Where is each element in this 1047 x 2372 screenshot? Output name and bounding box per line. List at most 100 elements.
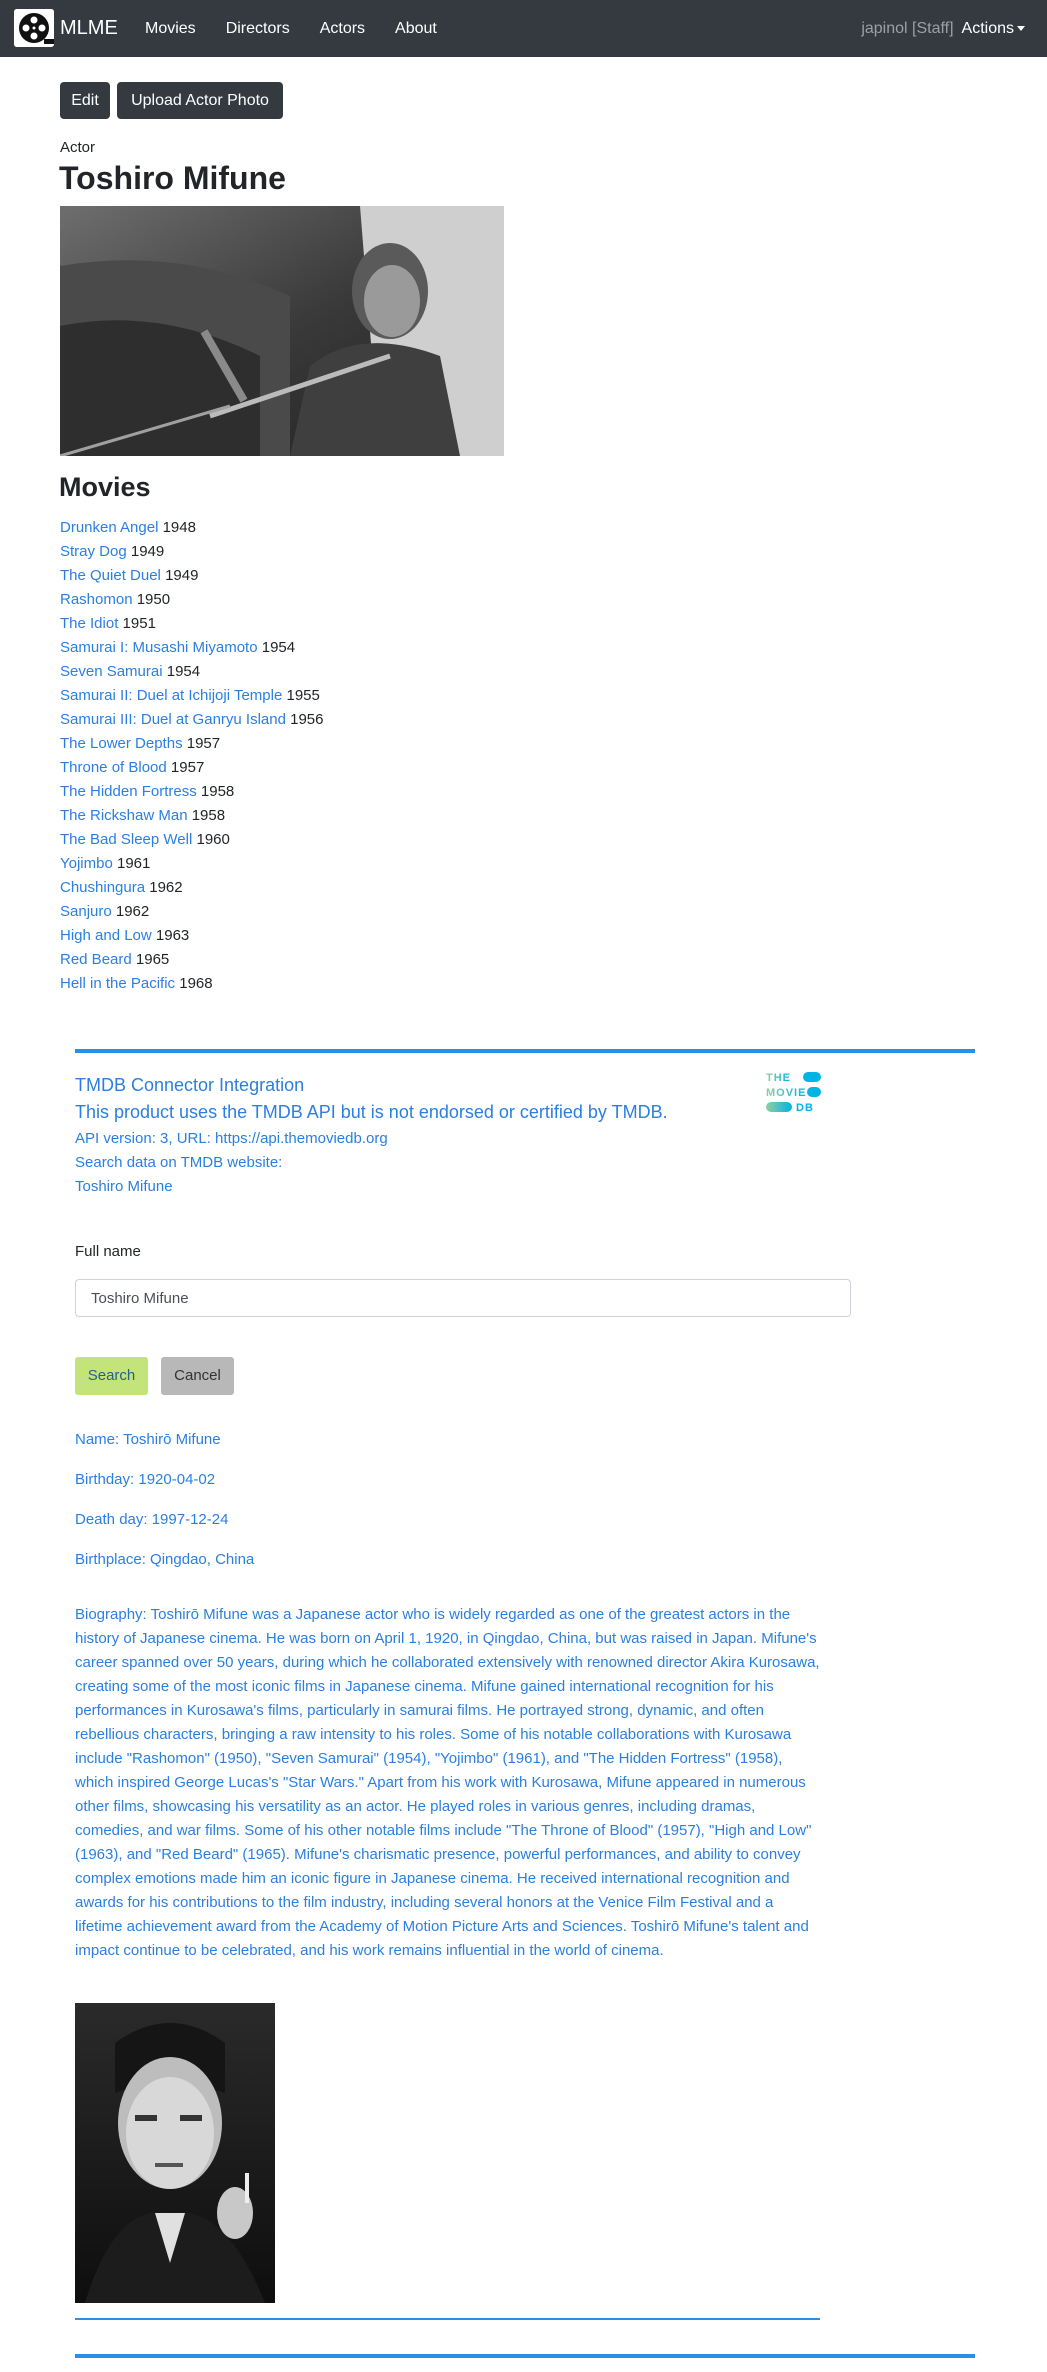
movie-year: 1962	[149, 879, 183, 896]
cancel-button[interactable]: Cancel	[161, 1357, 234, 1395]
movie-link[interactable]: Rashomon	[60, 591, 133, 608]
list-item: Sanjuro 1962	[60, 900, 323, 924]
full-name-label: Full name	[75, 1243, 141, 1260]
list-item: Hell in the Pacific 1968	[60, 972, 323, 996]
tmdb-api-info: API version: 3, URL: https://api.themovi…	[75, 1130, 388, 1147]
movie-link[interactable]: Sanjuro	[60, 903, 112, 920]
movie-year: 1957	[186, 735, 221, 752]
tmdb-search-link[interactable]: Toshiro Mifune	[75, 1178, 173, 1195]
upload-actor-photo-button[interactable]: Upload Actor Photo	[117, 82, 283, 119]
tmdb-divider-bottom	[75, 2318, 820, 2320]
movie-year: 1958	[200, 783, 235, 800]
movie-link[interactable]: Hell in the Pacific	[60, 975, 175, 992]
movie-link[interactable]: The Rickshaw Man	[60, 807, 188, 824]
result-death-day: Death day: 1997-12-24	[75, 1511, 229, 1528]
actions-label: Actions	[961, 19, 1014, 37]
full-name-input[interactable]	[75, 1279, 851, 1317]
list-item: Stray Dog 1949	[60, 540, 323, 564]
tmdb-logo-line-1: THE	[766, 1072, 791, 1084]
actor-portrait	[75, 2003, 275, 2303]
movie-link[interactable]: Yojimbo	[60, 855, 113, 872]
search-button[interactable]: Search	[75, 1357, 148, 1395]
nav-about[interactable]: About	[395, 20, 437, 38]
actor-photo	[60, 206, 504, 456]
movie-link[interactable]: Samurai III: Duel at Ganryu Island	[60, 711, 286, 728]
list-item: Throne of Blood 1957	[60, 756, 323, 780]
movie-year: 1950	[136, 591, 171, 608]
movie-link[interactable]: Stray Dog	[60, 543, 127, 560]
movie-link[interactable]: Red Beard	[60, 951, 132, 968]
movie-year: 1958	[191, 807, 226, 824]
caret-down-icon	[1017, 25, 1025, 31]
tmdb-logo-line-3: DB	[796, 1102, 814, 1113]
movie-year: 1948	[162, 519, 196, 536]
movie-link[interactable]: Samurai II: Duel at Ichijoji Temple	[60, 687, 282, 704]
actor-name: Toshiro Mifune	[59, 160, 286, 196]
movie-year: 1951	[122, 615, 156, 632]
tmdb-divider-top	[75, 1049, 975, 1053]
movie-link[interactable]: The Hidden Fortress	[60, 783, 197, 800]
movie-year: 1965	[135, 951, 170, 968]
movie-link[interactable]: High and Low	[60, 927, 152, 944]
movie-year: 1954	[261, 639, 296, 656]
movie-link[interactable]: Seven Samurai	[60, 663, 163, 680]
movie-year: 1960	[196, 831, 230, 848]
edit-button[interactable]: Edit	[60, 82, 110, 119]
brand[interactable]: MLME	[14, 8, 118, 48]
list-item: Chushingura 1962	[60, 876, 323, 900]
list-item: Samurai II: Duel at Ichijoji Temple 1955	[60, 684, 323, 708]
movie-year: 1963	[155, 927, 190, 944]
list-item: Seven Samurai 1954	[60, 660, 323, 684]
list-item: The Idiot 1951	[60, 612, 323, 636]
actions-dropdown[interactable]: Actions	[962, 20, 1025, 38]
movie-link[interactable]: The Quiet Duel	[60, 567, 161, 584]
tmdb-divider-footer	[75, 2354, 975, 2358]
list-item: The Bad Sleep Well 1960	[60, 828, 323, 852]
list-item: The Quiet Duel 1949	[60, 564, 323, 588]
list-item: Rashomon 1950	[60, 588, 323, 612]
list-item: Drunken Angel 1948	[60, 516, 323, 540]
list-item: Red Beard 1965	[60, 948, 323, 972]
nav-links: Movies Directors Actors About	[145, 0, 467, 57]
movie-year: 1961	[117, 855, 151, 872]
tmdb-logo-line-2: MOVIE	[766, 1087, 806, 1099]
result-birthday: Birthday: 1920-04-02	[75, 1471, 216, 1488]
nav-right: japinol [Staff] Actions	[861, 0, 1025, 57]
movie-link[interactable]: Throne of Blood	[60, 759, 167, 776]
list-item: Yojimbo 1961	[60, 852, 323, 876]
movies-heading: Movies	[59, 472, 151, 502]
navbar: MLME Movies Directors Actors About japin…	[0, 0, 1047, 57]
movie-year: 1955	[286, 687, 320, 704]
movie-year: 1949	[130, 543, 165, 560]
list-item: Samurai III: Duel at Ganryu Island 1956	[60, 708, 323, 732]
movie-link[interactable]: The Lower Depths	[60, 735, 183, 752]
movie-year: 1968	[179, 975, 213, 992]
tmdb-title: TMDB Connector Integration	[75, 1075, 305, 1095]
list-item: The Rickshaw Man 1958	[60, 804, 323, 828]
result-birthplace: Birthplace: Qingdao, China	[75, 1551, 255, 1568]
list-item: High and Low 1963	[60, 924, 323, 948]
nav-directors[interactable]: Directors	[226, 20, 290, 38]
movie-link[interactable]: Chushingura	[60, 879, 145, 896]
list-item: The Lower Depths 1957	[60, 732, 323, 756]
user-name[interactable]: japinol [Staff]	[861, 20, 953, 38]
movie-year: 1957	[170, 759, 205, 776]
tmdb-logo: THE MOVIE DB	[765, 1069, 823, 1114]
nav-actors[interactable]: Actors	[320, 20, 365, 38]
movie-year: 1956	[290, 711, 324, 728]
role-label: Actor	[60, 139, 96, 156]
tmdb-disclaimer: This product uses the TMDB API but is no…	[75, 1102, 668, 1122]
film-reel-icon	[14, 9, 54, 47]
list-item: The Hidden Fortress 1958	[60, 780, 323, 804]
list-item: Samurai I: Musashi Miyamoto 1954	[60, 636, 323, 660]
movie-link[interactable]: The Idiot	[60, 615, 118, 632]
movie-link[interactable]: Drunken Angel	[60, 519, 158, 536]
movie-year: 1954	[166, 663, 201, 680]
movie-link[interactable]: Samurai I: Musashi Miyamoto	[60, 639, 258, 656]
movie-list: Drunken Angel 1948 Stray Dog 1949 The Qu…	[60, 516, 323, 996]
movie-link[interactable]: The Bad Sleep Well	[60, 831, 192, 848]
tmdb-search-label: Search data on TMDB website:	[75, 1154, 283, 1171]
movie-year: 1962	[115, 903, 150, 920]
result-name: Name: Toshirō Mifune	[75, 1431, 221, 1448]
nav-movies[interactable]: Movies	[145, 20, 196, 38]
